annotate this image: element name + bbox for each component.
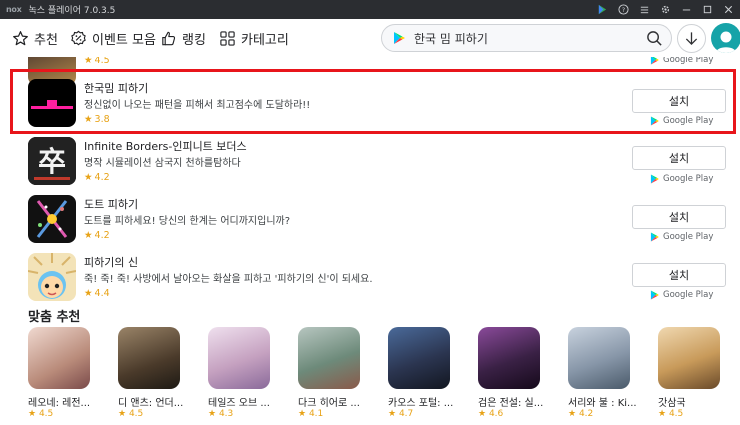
- infinite-borders-icon: 卒: [28, 137, 76, 185]
- section-title: 맞춤 추천: [28, 310, 81, 325]
- close-icon[interactable]: [722, 4, 734, 16]
- dot-dodge-icon: [28, 195, 76, 243]
- google-play-badge: Google Play: [650, 290, 713, 300]
- recommended-app[interactable]: 카오스 포털: ... ★ 4.7: [388, 327, 464, 419]
- grid-icon: [220, 30, 235, 46]
- app-rating: ★ 4.2: [84, 230, 110, 241]
- tab-recommend[interactable]: 추천: [12, 19, 58, 57]
- install-button[interactable]: 설치: [632, 205, 726, 229]
- download-button[interactable]: [677, 24, 706, 53]
- app-list: ★ 4.5 Google Play 한국밈 피하기 정신없이 나오는 패턴을 피해…: [0, 57, 740, 425]
- google-play-icon: [650, 232, 659, 242]
- app-rating: ★ 4.2: [84, 172, 110, 183]
- recommended-app-rating: ★ 4.6: [478, 409, 504, 419]
- avatar[interactable]: [711, 23, 740, 53]
- recommended-app-rating: ★ 4.5: [28, 409, 54, 419]
- recommended-app-icon: [568, 327, 630, 389]
- recommended-app-icon: [298, 327, 360, 389]
- search-value: 한국 밈 피하기: [414, 31, 488, 46]
- recommended-app-rating: ★ 4.5: [658, 409, 684, 419]
- dodge-god-icon: [28, 253, 76, 301]
- app-description: 명작 시뮬레이션 삼국지 천하를탐하다: [84, 158, 241, 169]
- nav-bar: 추천 이벤트 모음 랭킹 카테고리 한국 밈 피하기: [0, 19, 740, 57]
- recommended-app-name: 서리와 불 : Ki...: [568, 398, 637, 409]
- app-rating: ★ 4.4: [84, 288, 110, 299]
- help-icon[interactable]: ?: [617, 4, 629, 16]
- recommended-app-name: 카오스 포털: ...: [388, 398, 454, 409]
- recommended-app-rating: ★ 4.5: [118, 409, 144, 419]
- recommended-app-rating: ★ 4.1: [298, 409, 324, 419]
- download-arrow-icon: [685, 32, 698, 46]
- recommended-app-name: 다크 히어로 ...: [298, 398, 360, 409]
- recommended-app-name: 검은 전설: 실...: [478, 398, 544, 409]
- recommended-app[interactable]: 레오네: 레전... ★ 4.5: [28, 327, 104, 419]
- search-input[interactable]: 한국 밈 피하기: [381, 24, 672, 52]
- tab-label: 추천: [34, 32, 58, 48]
- user-icon: [715, 31, 737, 53]
- google-play-icon: [650, 174, 659, 184]
- list-item[interactable]: 도트 피하기 도트를 피하세요! 당신의 한계는 어디까지입니까? ★ 4.2 설…: [0, 194, 740, 252]
- recommended-app-name: 테일즈 오브 ...: [208, 398, 270, 409]
- list-item[interactable]: 피하기의 신 죽! 죽! 죽! 사방에서 날아오는 화살을 피하고 '피하기의 …: [0, 252, 740, 310]
- discount-icon: [71, 30, 86, 45]
- list-item[interactable]: 卒 Infinite Borders-인피니트 보더스 명작 시뮬레이션 삼국지…: [0, 136, 740, 194]
- recommended-app[interactable]: 갓삼국 ★ 4.5: [658, 327, 734, 419]
- google-play-icon: [650, 57, 659, 65]
- recommended-app[interactable]: 테일즈 오브 ... ★ 4.3: [208, 327, 284, 419]
- play-store-icon[interactable]: [596, 4, 608, 16]
- app-name[interactable]: 도트 피하기: [84, 196, 138, 212]
- recommended-app-name: 갓삼국: [658, 398, 686, 409]
- search-icon[interactable]: [646, 30, 663, 47]
- thumbs-up-icon: [162, 31, 176, 45]
- tab-label: 랭킹: [182, 32, 206, 48]
- play-store-icon: [394, 32, 405, 44]
- app-name[interactable]: Infinite Borders-인피니트 보더스: [84, 138, 247, 154]
- recommended-app[interactable]: 검은 전설: 실... ★ 4.6: [478, 327, 554, 419]
- recommended-app-rating: ★ 4.7: [388, 409, 414, 419]
- app-description: 죽! 죽! 죽! 사방에서 날아오는 화살을 피하고 '피하기의 신'이 되세요…: [84, 274, 373, 285]
- nox-logo: nox: [6, 5, 22, 14]
- google-play-badge: Google Play: [650, 232, 713, 242]
- tab-category[interactable]: 카테고리: [219, 19, 289, 57]
- maximize-icon[interactable]: [701, 4, 713, 16]
- tab-label: 카테고리: [241, 32, 289, 48]
- google-play-badge: Google Play: [650, 57, 713, 65]
- recommended-app[interactable]: 다크 히어로 ... ★ 4.1: [298, 327, 374, 419]
- app-name[interactable]: 피하기의 신: [84, 254, 138, 270]
- svg-text:?: ?: [621, 6, 624, 14]
- install-button[interactable]: 설치: [632, 263, 726, 287]
- tab-events[interactable]: 이벤트 모음: [70, 19, 156, 57]
- recommended-app-icon: [208, 327, 270, 389]
- recommended-app-name: 디 앤츠: 언더...: [118, 398, 184, 409]
- recommended-app-icon: [658, 327, 720, 389]
- highlight-box: [10, 69, 736, 134]
- google-play-badge: Google Play: [650, 174, 713, 184]
- recommended-app-rating: ★ 4.2: [568, 409, 594, 419]
- minimize-icon[interactable]: [680, 4, 692, 16]
- recommended-app-icon: [388, 327, 450, 389]
- install-button[interactable]: 설치: [632, 146, 726, 170]
- svg-text:卒: 卒: [38, 145, 66, 178]
- recommended-app-icon: [478, 327, 540, 389]
- recommended-app-rating: ★ 4.3: [208, 409, 234, 419]
- settings-icon[interactable]: [659, 4, 671, 16]
- recommended-app[interactable]: 디 앤츠: 언더... ★ 4.5: [118, 327, 194, 419]
- recommended-app[interactable]: 서리와 불 : Ki... ★ 4.2: [568, 327, 644, 419]
- title-bar: nox 녹스 플레이어 7.0.3.5 ?: [0, 0, 740, 19]
- app-rating: ★ 4.5: [84, 57, 110, 66]
- tab-ranking[interactable]: 랭킹: [160, 19, 206, 57]
- recommended-app-name: 레오네: 레전...: [28, 398, 91, 409]
- window-title: 녹스 플레이어 7.0.3.5: [28, 6, 116, 16]
- star-icon: [13, 30, 28, 45]
- google-play-icon: [650, 290, 659, 300]
- app-description: 도트를 피하세요! 당신의 한계는 어디까지입니까?: [84, 216, 291, 227]
- recommended-app-icon: [28, 327, 90, 389]
- recommended-app-icon: [118, 327, 180, 389]
- tab-label: 이벤트 모음: [92, 32, 156, 48]
- menu-icon[interactable]: [638, 4, 650, 16]
